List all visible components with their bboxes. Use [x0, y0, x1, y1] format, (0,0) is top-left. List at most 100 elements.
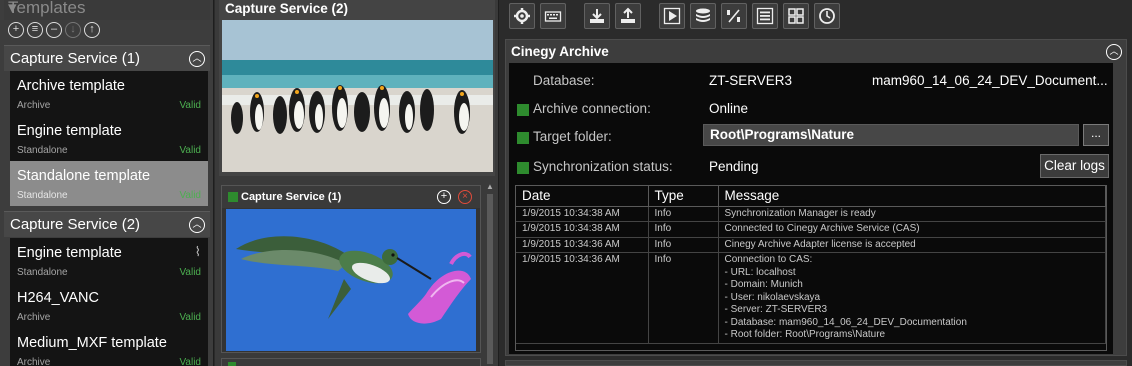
remove-icon[interactable]: × — [458, 190, 472, 204]
database-label: Database: — [533, 73, 595, 88]
log-row[interactable]: 1/9/2015 10:34:36 AM Info Connection to … — [516, 252, 1106, 344]
settings-icon[interactable] — [509, 3, 535, 29]
template-status: Valid — [179, 100, 202, 111]
folder-status-indicator — [517, 132, 529, 144]
capture-service-title: Capture Service (1) — [241, 191, 342, 203]
log-type: Info — [648, 252, 719, 344]
next-section-header[interactable] — [505, 360, 1127, 366]
collapse-icon[interactable]: ︿ — [1106, 44, 1122, 60]
log-message: Synchronization Manager is ready — [718, 206, 1106, 222]
template-item[interactable]: Archive template Archive Valid — [10, 71, 208, 116]
template-item-selected[interactable]: Standalone template Standalone Valid — [10, 161, 208, 206]
log-message-line: Connected to Cinegy Archive Service (CAS… — [724, 223, 920, 234]
templates-panel-header: Templates ▾ — [4, 0, 210, 20]
log-message-line: - Server: ZT-SERVER3 — [724, 304, 828, 315]
template-name: Archive template — [17, 78, 125, 94]
template-list: Archive template Archive Valid Engine te… — [10, 71, 208, 206]
grid-icon[interactable] — [783, 3, 809, 29]
collapse-icon[interactable]: ︿ — [189, 217, 205, 233]
log-message-line: - URL: localhost — [724, 266, 796, 278]
settings-panel: Cinegy Archive ︿ Database: ZT-SERVER3 ma… — [501, 0, 1132, 366]
log-message: Cinegy Archive Adapter license is accept… — [718, 237, 1106, 253]
column-header-type[interactable]: Type — [648, 186, 719, 207]
log-date: 1/9/2015 10:34:38 AM — [516, 221, 649, 238]
log-type: Info — [648, 221, 719, 238]
archive-connection-label: Archive connection: — [533, 101, 651, 116]
template-kind: Archive — [17, 357, 51, 366]
template-status: Valid — [179, 145, 202, 156]
template-name: Standalone template — [17, 168, 151, 184]
panel-menu-icon[interactable]: ▾ — [8, 0, 206, 18]
template-status: Valid — [179, 357, 202, 366]
template-list: Engine template ⌇ Standalone Valid H264_… — [10, 238, 208, 366]
log-table[interactable]: Date Type Message 1/9/2015 10:34:38 AM I… — [515, 185, 1107, 351]
capture-panel: Capture Service (2) ▲ Capture Service (1… — [215, 0, 499, 366]
column-header-message[interactable]: Message — [718, 186, 1106, 207]
scroll-up-icon[interactable]: ▲ — [486, 182, 494, 191]
percent-icon[interactable] — [721, 3, 747, 29]
keyboard-icon[interactable] — [540, 3, 566, 29]
sync-status-label: Synchronization status: — [533, 159, 673, 174]
vertical-scrollbar[interactable]: ▲ — [484, 182, 496, 366]
column-header-date[interactable]: Date — [516, 186, 649, 207]
template-status: Valid — [179, 190, 202, 201]
log-date: 1/9/2015 10:34:38 AM — [516, 206, 649, 222]
template-group-title: Capture Service (1) — [10, 50, 141, 67]
import-icon[interactable] — [584, 3, 610, 29]
sync-status-value: Pending — [709, 159, 759, 174]
template-group-header[interactable]: Capture Service (1) ︿ — [4, 45, 210, 71]
database-server-value: ZT-SERVER3 — [709, 73, 793, 88]
log-row[interactable]: 1/9/2015 10:34:38 AM Info Connected to C… — [516, 221, 1106, 238]
hummingbird-preview-image — [226, 209, 476, 351]
clear-logs-button[interactable]: Clear logs — [1040, 154, 1109, 178]
status-indicator — [228, 192, 238, 202]
target-folder-field[interactable]: Root\Programs\Nature — [703, 124, 1079, 146]
log-message-line: Connection to CAS: — [724, 254, 813, 265]
collapse-icon[interactable]: ︿ — [189, 51, 205, 67]
clock-icon[interactable] — [814, 3, 840, 29]
archive-connection-value: Online — [709, 101, 749, 116]
target-folder-value: Root\Programs\Nature — [710, 127, 855, 142]
list-icon[interactable]: ≡ — [27, 22, 43, 38]
list-icon[interactable] — [752, 3, 778, 29]
upload-icon[interactable]: ↑ — [84, 22, 100, 38]
template-name: Medium_MXF template — [17, 335, 167, 351]
template-kind: Standalone — [17, 145, 68, 156]
template-item[interactable]: Engine template ⌇ Standalone Valid — [10, 238, 208, 283]
target-folder-label: Target folder: — [533, 129, 612, 144]
capture-service-title: Capture Service (2) — [225, 1, 349, 16]
section-title: Cinegy Archive — [511, 44, 609, 59]
add-icon[interactable]: + — [8, 22, 24, 38]
template-item[interactable]: Engine template Standalone Valid — [10, 116, 208, 161]
log-row[interactable]: 1/9/2015 10:34:38 AM Info Synchronizatio… — [516, 206, 1106, 222]
capture-card-header: Capture Service (1) + × — [222, 186, 480, 208]
template-kind: Archive — [17, 312, 51, 323]
cinegy-archive-section: Cinegy Archive ︿ Database: ZT-SERVER3 ma… — [505, 39, 1127, 356]
template-name: Engine template — [17, 123, 122, 139]
log-row[interactable]: 1/9/2015 10:34:36 AM Info Cinegy Archive… — [516, 237, 1106, 253]
connection-status-indicator — [517, 104, 529, 116]
capture-service-card-collapsed[interactable] — [221, 358, 481, 366]
capture-service-1-card[interactable]: Capture Service (1) + × — [221, 185, 481, 353]
template-kind: Standalone — [17, 190, 68, 201]
template-group-header[interactable]: Capture Service (2) ︿ — [4, 211, 210, 237]
log-date: 1/9/2015 10:34:36 AM — [516, 237, 649, 253]
scrollbar-thumb[interactable] — [487, 194, 493, 364]
browse-folder-button[interactable]: ... — [1083, 124, 1109, 146]
database-icon[interactable] — [690, 3, 716, 29]
export-icon[interactable] — [615, 3, 641, 29]
capture-service-2-card[interactable]: Capture Service (2) — [219, 0, 495, 176]
log-message-line: Synchronization Manager is ready — [724, 207, 876, 219]
template-name: H264_VANC — [17, 290, 99, 306]
template-kind: Archive — [17, 100, 51, 111]
template-group-title: Capture Service (2) — [10, 216, 141, 233]
download-icon[interactable]: ↓ — [65, 22, 81, 38]
template-status: Valid — [179, 312, 202, 323]
minus-icon[interactable]: – — [46, 22, 62, 38]
add-icon[interactable]: + — [437, 190, 451, 204]
log-message: Connected to Cinegy Archive Service (CAS… — [718, 221, 1106, 238]
log-date: 1/9/2015 10:34:36 AM — [516, 252, 649, 344]
template-item[interactable]: Medium_MXF template Archive Valid — [10, 328, 208, 366]
play-icon[interactable] — [659, 3, 685, 29]
template-item[interactable]: H264_VANC Archive Valid — [10, 283, 208, 328]
